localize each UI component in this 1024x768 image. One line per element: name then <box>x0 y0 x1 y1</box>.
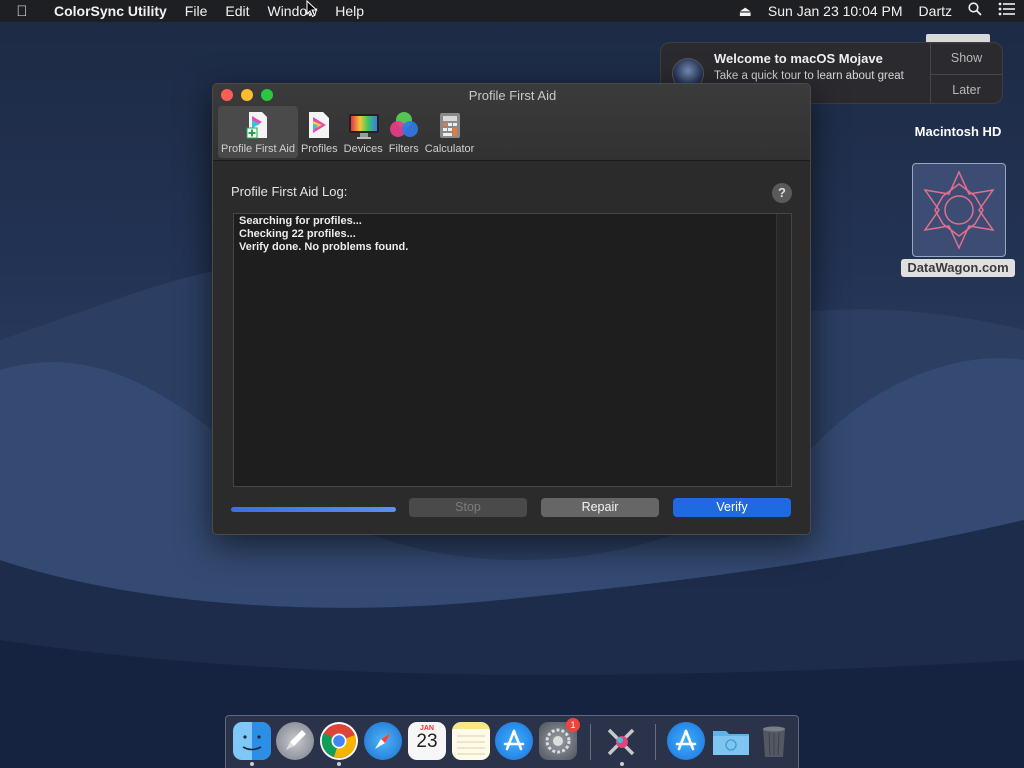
tab-label: Calculator <box>424 143 475 155</box>
log-text-area[interactable]: Searching for profiles... Checking 22 pr… <box>233 213 792 487</box>
tab-label: Profile First Aid <box>221 143 295 155</box>
app-store-icon[interactable] <box>495 722 533 760</box>
window-title: Profile First Aid <box>468 88 557 103</box>
tab-label: Devices <box>343 143 383 155</box>
eject-icon[interactable]: ⏏ <box>731 0 760 22</box>
profiles-document-icon <box>304 110 334 140</box>
menu-edit[interactable]: Edit <box>216 0 258 22</box>
running-indicator <box>250 762 254 766</box>
dock-separator <box>655 724 656 760</box>
tab-profile-first-aid[interactable]: Profile First Aid <box>218 106 298 158</box>
system-preferences-icon[interactable]: 1 <box>539 718 580 760</box>
log-line: Verify done. No problems found. <box>239 241 409 253</box>
datawagon-icon[interactable] <box>912 163 1006 257</box>
spotlight-search-icon[interactable] <box>960 0 990 22</box>
downloads-folder-icon[interactable] <box>711 722 749 760</box>
progress-bar <box>231 507 396 512</box>
running-indicator <box>620 762 624 766</box>
colorsync-utility-icon[interactable] <box>603 722 641 760</box>
dock-separator <box>590 724 591 760</box>
notification-later-button[interactable]: Later <box>931 75 1002 106</box>
running-indicator <box>337 762 341 766</box>
notification-show-button[interactable]: Show <box>931 43 1002 75</box>
calendar-icon[interactable]: JAN 23 <box>408 722 446 760</box>
window-titlebar[interactable]: Profile First Aid Profile First Aid Prof… <box>213 84 810 161</box>
monitor-icon <box>348 110 380 140</box>
tab-label: Profiles <box>300 143 338 155</box>
color-filters-icon <box>389 110 419 140</box>
progress-fill <box>231 507 396 512</box>
safari-icon[interactable] <box>364 722 402 760</box>
stop-button[interactable]: Stop <box>409 498 527 517</box>
menu-bar:  ColorSync Utility File Edit Window Hel… <box>0 0 1024 22</box>
help-button[interactable]: ? <box>772 183 792 203</box>
datawagon-label[interactable]: DataWagon.com <box>901 259 1015 277</box>
user-name[interactable]: Dartz <box>911 0 960 22</box>
tab-filters[interactable]: Filters <box>386 106 422 158</box>
calculator-icon <box>435 110 465 140</box>
trash-icon[interactable] <box>755 722 793 760</box>
finder-icon[interactable] <box>233 722 271 760</box>
tab-label: Filters <box>388 143 419 155</box>
notification-center-icon[interactable] <box>990 0 1024 22</box>
verify-button[interactable]: Verify <box>673 498 791 517</box>
calendar-day: 23 <box>416 731 438 752</box>
menu-app-name[interactable]: ColorSync Utility <box>44 0 176 22</box>
log-line: Searching for profiles... <box>239 215 362 227</box>
applications-folder-icon[interactable] <box>667 722 705 760</box>
notes-icon[interactable] <box>452 722 490 760</box>
chrome-icon[interactable] <box>320 722 358 760</box>
window-toolbar: Profile First Aid Profiles Devices Filte… <box>218 106 477 158</box>
apple-icon[interactable]:  <box>0 3 44 20</box>
menu-file[interactable]: File <box>176 0 217 22</box>
clock[interactable]: Sun Jan 23 10:04 PM <box>760 0 911 22</box>
log-label: Profile First Aid Log: <box>231 184 348 199</box>
log-line: Checking 22 profiles... <box>239 228 356 240</box>
launchpad-icon[interactable] <box>276 722 314 760</box>
window-content: Profile First Aid Log: ? Searching for p… <box>213 161 810 534</box>
tab-calculator[interactable]: Calculator <box>422 106 478 158</box>
mouse-cursor-icon <box>306 0 318 18</box>
profile-first-aid-window: Profile First Aid Profile First Aid Prof… <box>212 83 811 535</box>
log-scrollbar[interactable] <box>776 214 791 486</box>
tab-devices[interactable]: Devices <box>341 106 386 158</box>
first-aid-document-icon <box>243 110 273 140</box>
macintosh-hd-label[interactable]: Macintosh HD <box>905 124 1011 139</box>
notification-title: Welcome to macOS Mojave <box>714 51 883 66</box>
repair-button[interactable]: Repair <box>541 498 659 517</box>
notification-badge: 1 <box>566 718 580 732</box>
tab-profiles[interactable]: Profiles <box>298 106 341 158</box>
dock: JAN 23 1 <box>225 715 799 768</box>
menu-help[interactable]: Help <box>326 0 373 22</box>
